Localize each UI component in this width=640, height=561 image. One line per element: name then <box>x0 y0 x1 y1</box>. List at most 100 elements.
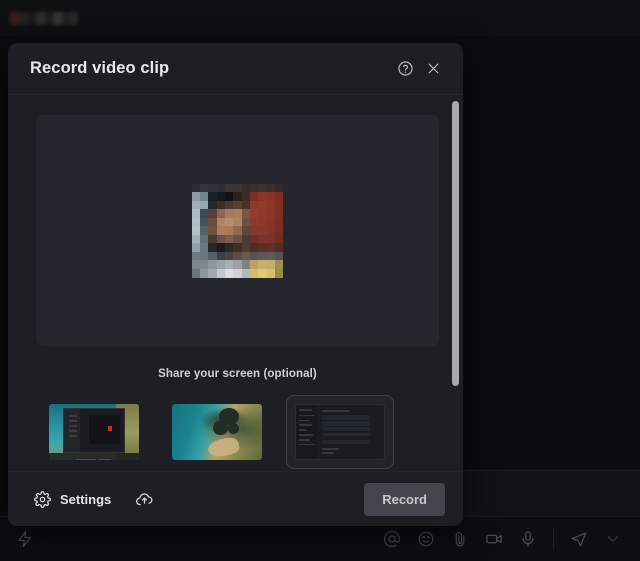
preview-pixel <box>258 192 267 201</box>
preview-pixel <box>224 209 234 218</box>
thumbnail-card <box>321 439 370 444</box>
send-icon[interactable] <box>570 530 588 548</box>
preview-pixel <box>216 268 225 278</box>
preview-pixel <box>216 183 225 193</box>
preview-pixel <box>275 192 284 201</box>
preview-pixel <box>241 200 251 210</box>
preview-pixel <box>191 268 200 278</box>
chevron-down-icon[interactable] <box>604 530 622 548</box>
preview-pixel <box>199 200 209 210</box>
preview-pixel <box>258 226 267 235</box>
preview-pixel <box>275 209 284 218</box>
scrollbar-thumb[interactable] <box>452 101 459 386</box>
emoji-icon[interactable] <box>417 530 435 548</box>
preview-pixel <box>224 251 234 261</box>
thumbnail-line <box>321 448 340 450</box>
mention-icon[interactable] <box>383 530 401 548</box>
preview-pixel <box>233 192 242 201</box>
dialog-footer: Settings Record <box>8 471 463 526</box>
thumbnail-line <box>298 419 310 422</box>
preview-pixel <box>199 234 209 244</box>
preview-pixel <box>199 243 209 252</box>
preview-pixel <box>250 268 259 278</box>
thumbnail-window <box>63 408 125 454</box>
preview-pixel <box>266 226 276 235</box>
preview-pixel <box>224 217 234 227</box>
video-camera-icon[interactable] <box>485 530 503 548</box>
preview-pixel <box>216 234 225 244</box>
screen-thumbnail-option-2[interactable] <box>163 395 271 469</box>
screen-thumbnail-app[interactable] <box>295 404 385 460</box>
preview-pixel <box>233 217 242 227</box>
preview-pixel <box>191 234 200 244</box>
preview-pixel <box>208 200 217 210</box>
preview-pixel <box>250 226 259 235</box>
preview-pixel <box>275 200 284 210</box>
screen-thumbnail-option-1[interactable] <box>40 395 148 469</box>
app-top-bar <box>0 0 640 36</box>
preview-pixel <box>216 209 225 218</box>
preview-pixel <box>258 260 267 269</box>
thumbnail-line <box>69 429 78 433</box>
dialog-title: Record video clip <box>30 59 170 77</box>
preview-pixel <box>266 260 276 269</box>
preview-pixel <box>233 268 242 278</box>
preview-pixel <box>250 260 259 269</box>
preview-pixel <box>191 183 200 193</box>
screen-thumbnail-option-3[interactable] <box>286 395 394 469</box>
preview-pixel <box>233 226 242 235</box>
preview-pixel <box>199 260 209 269</box>
help-icon[interactable] <box>391 55 419 83</box>
gear-icon <box>34 490 51 508</box>
settings-button[interactable]: Settings <box>34 490 111 508</box>
preview-pixel <box>224 234 234 244</box>
preview-pixel <box>191 217 200 227</box>
preview-pixel <box>266 251 276 261</box>
record-video-clip-dialog: Record video clip Share your screen (opt… <box>8 43 463 526</box>
preview-pixel <box>275 234 284 244</box>
screen-thumbnail-desktop[interactable] <box>49 404 139 460</box>
record-button[interactable]: Record <box>364 482 445 516</box>
thumbnail-document <box>89 415 121 444</box>
preview-pixel <box>250 200 259 210</box>
preview-pixel <box>208 260 217 269</box>
dialog-header: Record video clip <box>8 43 463 95</box>
preview-pixel <box>208 234 217 244</box>
attachment-icon[interactable] <box>451 530 469 548</box>
preview-pixel <box>275 183 284 193</box>
preview-pixel <box>241 217 251 227</box>
thumbnail-card <box>321 433 370 437</box>
preview-pixel <box>275 243 284 252</box>
preview-pixel <box>250 183 259 193</box>
preview-pixel <box>266 209 276 218</box>
thumbnail-taskbar <box>49 453 139 460</box>
preview-pixel <box>191 226 200 235</box>
thumbnail-line <box>321 451 334 454</box>
preview-pixel <box>199 251 209 261</box>
preview-pixel <box>258 183 267 193</box>
preview-pixel <box>266 200 276 210</box>
preview-pixel <box>191 243 200 252</box>
thumbnail-card <box>321 427 370 432</box>
preview-pixel <box>258 200 267 210</box>
preview-pixel <box>275 217 284 227</box>
preview-pixel <box>266 183 276 193</box>
thumbnail-app-sidebar <box>296 405 318 459</box>
preview-pixel <box>275 251 284 261</box>
preview-pixel <box>191 192 200 201</box>
close-icon[interactable] <box>419 55 447 83</box>
microphone-icon[interactable] <box>519 530 537 548</box>
screen-thumbnail-photo[interactable] <box>172 404 262 460</box>
preview-pixel <box>208 217 217 227</box>
pixelated-camera-image <box>191 183 284 278</box>
dialog-body: Share your screen (optional) <box>8 95 463 471</box>
preview-pixel <box>266 268 276 278</box>
preview-pixel <box>241 243 251 252</box>
preview-pixel <box>199 192 209 201</box>
cloud-upload-icon[interactable] <box>133 488 155 510</box>
dialog-scrollbar[interactable] <box>452 99 459 467</box>
preview-pixel <box>275 260 284 269</box>
lightning-bolt-icon[interactable] <box>16 530 34 548</box>
preview-pixel <box>224 192 234 201</box>
preview-pixel <box>191 209 200 218</box>
